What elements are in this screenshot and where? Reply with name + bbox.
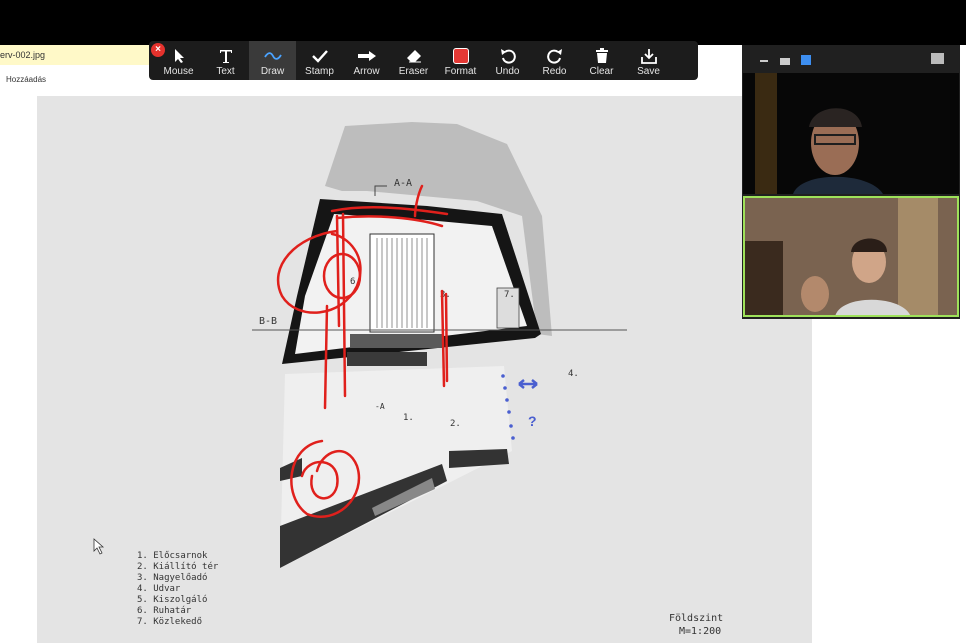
draw-icon bbox=[263, 47, 282, 65]
annotation-toolbar: Mouse Text Draw Stamp Arrow Eraser Forma… bbox=[149, 41, 698, 80]
tool-label: Undo bbox=[495, 66, 520, 77]
room-label-4: 4. bbox=[568, 369, 579, 379]
tool-label: Redo bbox=[542, 66, 567, 77]
room-label-7: 7. bbox=[504, 290, 515, 300]
tool-label: Text bbox=[216, 66, 235, 77]
tool-label: Save bbox=[637, 66, 660, 77]
text-tool-button[interactable]: Text bbox=[202, 41, 249, 80]
redo-button[interactable]: Redo bbox=[531, 41, 578, 80]
draw-tool-button[interactable]: Draw bbox=[249, 41, 296, 80]
menu-item-add[interactable]: Hozzáadás bbox=[6, 75, 46, 84]
plan-lower-wall-3 bbox=[449, 449, 509, 468]
legend-item: 3. Nagyelőadó bbox=[137, 572, 207, 583]
tool-label: Arrow bbox=[353, 66, 380, 77]
legend-item: 2. Kiállító tér bbox=[137, 561, 219, 572]
clear-button[interactable]: Clear bbox=[578, 41, 625, 80]
undo-button[interactable]: Undo bbox=[484, 41, 531, 80]
arrow-tool-button[interactable]: Arrow bbox=[343, 41, 390, 80]
screen-top-bar bbox=[0, 0, 966, 45]
minimize-icon[interactable] bbox=[760, 60, 768, 62]
participant-2-video bbox=[743, 196, 959, 317]
close-annotation-icon[interactable]: × bbox=[151, 43, 165, 57]
room-label-a: -A bbox=[375, 402, 385, 411]
tool-label: Stamp bbox=[305, 66, 334, 77]
mouse-pointer-icon bbox=[93, 538, 105, 555]
plan-legend: 1. Előcsarnok 2. Kiállító tér 3. Nagyelő… bbox=[137, 551, 219, 627]
plan-level-name: Földszint bbox=[669, 613, 723, 624]
tool-label: Mouse bbox=[163, 66, 194, 77]
room-label-2: 2. bbox=[450, 419, 461, 429]
trash-icon bbox=[595, 47, 609, 65]
redo-icon bbox=[546, 47, 563, 65]
room-label-1: 1. bbox=[403, 413, 414, 423]
plan-scale: M=1:200 bbox=[679, 626, 721, 637]
stamp-tool-button[interactable]: Stamp bbox=[296, 41, 343, 80]
eraser-icon bbox=[406, 47, 422, 65]
plan-dark-band bbox=[347, 352, 427, 366]
fullscreen-icon[interactable] bbox=[931, 53, 944, 64]
legend-item: 4. Udvar bbox=[137, 584, 181, 594]
legend-item: 7. Közlekedő bbox=[137, 617, 202, 627]
participant-video-tile[interactable] bbox=[743, 73, 959, 194]
undo-icon bbox=[500, 47, 516, 65]
floor-plan-drawing: B-B A-A 6. 3. 7. 1. 2. 4. -A ? 1. Előcsa… bbox=[93, 122, 723, 637]
legend-item: 6. Ruhatár bbox=[137, 606, 192, 616]
video-panel-controls bbox=[742, 45, 960, 73]
blue-question-mark: ? bbox=[528, 413, 537, 429]
tool-label: Format bbox=[444, 66, 477, 77]
tool-label: Clear bbox=[589, 66, 614, 77]
participant-1-video bbox=[743, 73, 959, 194]
checkmark-icon bbox=[311, 47, 328, 65]
blue-double-arrow bbox=[518, 379, 538, 389]
tool-label: Eraser bbox=[398, 66, 429, 77]
eraser-tool-button[interactable]: Eraser bbox=[390, 41, 437, 80]
tool-label: Draw bbox=[260, 66, 285, 77]
format-tool-button[interactable]: Format bbox=[437, 41, 484, 80]
single-view-icon[interactable] bbox=[780, 58, 790, 65]
gallery-strip-icon[interactable] bbox=[801, 55, 811, 65]
plan-stair-band bbox=[350, 334, 442, 348]
text-icon bbox=[218, 47, 234, 65]
file-name: erv-002.jpg bbox=[0, 50, 46, 60]
participant-video-tile-active-speaker[interactable] bbox=[743, 196, 959, 317]
save-button[interactable]: Save bbox=[625, 41, 672, 80]
save-icon bbox=[640, 47, 657, 65]
legend-item: 1. Előcsarnok bbox=[137, 551, 208, 561]
color-square-icon bbox=[452, 47, 469, 65]
legend-item: 5. Kiszolgáló bbox=[137, 594, 207, 605]
cursor-icon bbox=[172, 47, 186, 65]
floor-plan-canvas[interactable]: B-B A-A 6. 3. 7. 1. 2. 4. -A ? 1. Előcsa… bbox=[37, 96, 812, 643]
video-panel bbox=[742, 45, 960, 319]
section-bb-label: B-B bbox=[259, 316, 277, 327]
arrow-icon bbox=[357, 47, 377, 65]
section-aa-label: A-A bbox=[394, 178, 412, 189]
